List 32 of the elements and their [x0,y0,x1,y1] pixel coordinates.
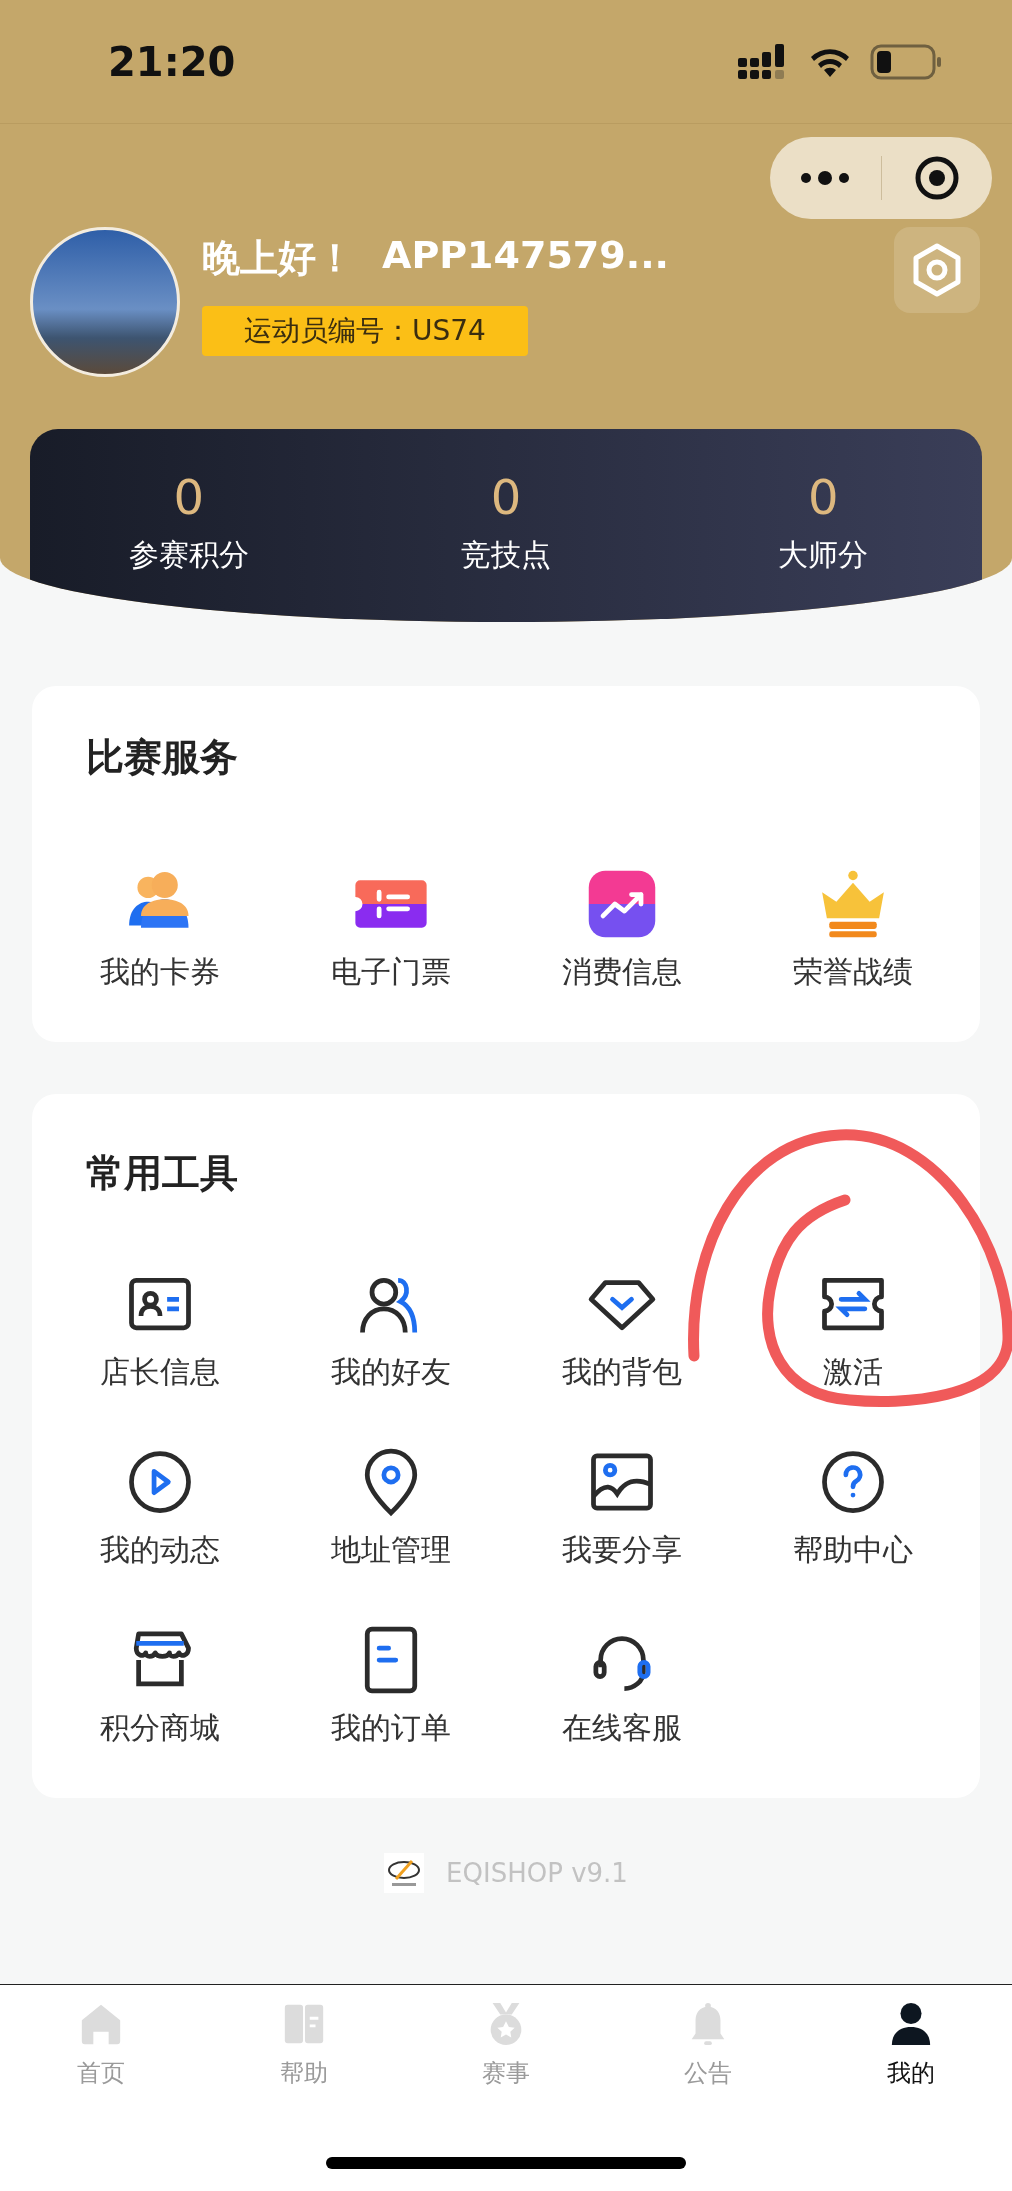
menu-item-label[interactable]: 我的好友 [330,1352,451,1392]
section-title: 比赛服务 [85,734,239,780]
close-target-icon[interactable] [913,155,960,201]
menu-item-label[interactable]: 消费信息 [561,952,682,992]
menu-item-label[interactable]: 激活 [822,1352,883,1392]
more-icon[interactable] [800,171,851,185]
status-time: 21:20 [108,38,237,85]
menu-item-label[interactable]: 我的动态 [99,1530,220,1570]
section-title: 常用工具 [85,1150,239,1196]
username-text: APP147579... [382,233,670,279]
menu-item-label[interactable]: 我的订单 [330,1708,451,1748]
athlete-id-badge: 运动员编号：US74 [202,306,528,356]
menu-item-label[interactable]: 我的卡券 [99,952,220,992]
menu-item-label[interactable]: 我要分享 [561,1530,682,1570]
greeting-text: 晚上好！ [202,235,354,282]
stat-value: 0 [808,469,839,525]
stat-label: 竞技点 [461,536,551,574]
battery-icon [870,43,942,80]
menu-item-label[interactable]: 店长信息 [99,1352,220,1392]
tab[interactable]: 我的 [809,1999,1012,2089]
stat-label: 参赛积分 [128,536,249,574]
menu-item-label[interactable]: 荣誉战绩 [792,952,913,992]
menu-item-label[interactable]: 电子门票 [330,952,451,992]
stat-label: 大师分 [778,536,869,574]
menu-item-label[interactable]: 我的背包 [561,1352,682,1392]
menu-item-label[interactable]: 积分商城 [99,1708,220,1748]
stat-value: 0 [490,469,522,525]
logo-icon [384,1853,425,1893]
menu-item-label[interactable]: 地址管理 [330,1530,451,1570]
menu-item-label[interactable]: 帮助中心 [792,1530,913,1570]
stat-value: 0 [173,469,204,525]
menu-item-label[interactable]: 在线客服 [561,1708,682,1748]
